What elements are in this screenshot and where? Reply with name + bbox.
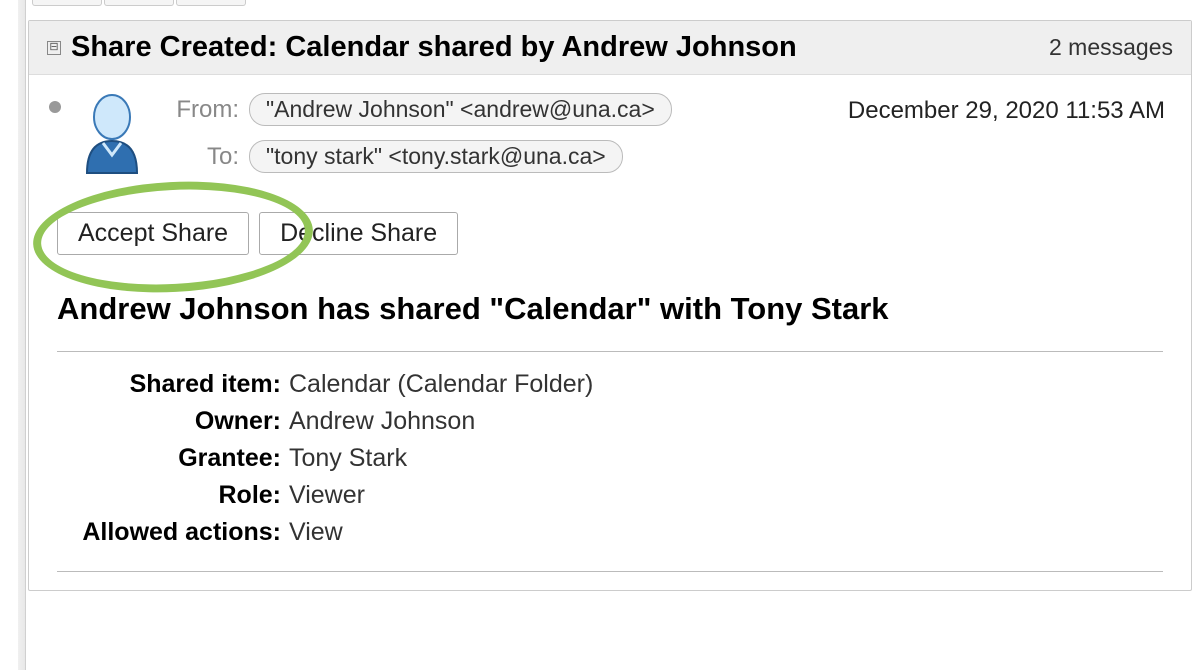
conversation-header: ⊟ Share Created: Calendar shared by Andr… [29, 21, 1191, 75]
owner-label: Owner: [49, 407, 289, 436]
grantee-value: Tony Stark [289, 444, 407, 473]
detail-allowed-actions: Allowed actions: View [49, 518, 1171, 547]
detail-role: Role: Viewer [49, 481, 1171, 510]
divider [57, 571, 1163, 572]
tab-strip-stub [32, 0, 246, 10]
message-count: 2 messages [1049, 34, 1173, 61]
message-body: From: "Andrew Johnson" <andrew@una.ca> T… [29, 75, 1191, 572]
share-actions: Accept Share Decline Share [57, 212, 1171, 255]
owner-value: Andrew Johnson [289, 407, 475, 436]
accept-share-button[interactable]: Accept Share [57, 212, 249, 255]
grantee-label: Grantee: [49, 444, 289, 473]
detail-shared-item: Shared item: Calendar (Calendar Folder) [49, 370, 1171, 399]
collapse-toggle-icon[interactable]: ⊟ [47, 41, 61, 55]
detail-owner: Owner: Andrew Johnson [49, 407, 1171, 436]
shared-item-label: Shared item: [49, 370, 289, 399]
message-header: From: "Andrew Johnson" <andrew@una.ca> T… [49, 93, 1171, 190]
unread-indicator-icon [49, 101, 61, 113]
message-panel: ⊟ Share Created: Calendar shared by Andr… [28, 20, 1192, 591]
conversation-subject: Share Created: Calendar shared by Andrew… [71, 31, 797, 64]
role-value: Viewer [289, 481, 365, 510]
detail-grantee: Grantee: Tony Stark [49, 444, 1171, 473]
from-label: From: [159, 96, 249, 124]
divider [57, 351, 1163, 352]
sender-avatar-icon [79, 93, 145, 190]
to-address[interactable]: "tony stark" <tony.stark@una.ca> [249, 140, 623, 173]
role-label: Role: [49, 481, 289, 510]
allowed-actions-value: View [289, 518, 343, 547]
message-timestamp: December 29, 2020 11:53 AM [848, 93, 1171, 125]
sidebar-edge [18, 0, 26, 670]
allowed-actions-label: Allowed actions: [49, 518, 289, 547]
decline-share-button[interactable]: Decline Share [259, 212, 458, 255]
to-label: To: [159, 143, 249, 171]
header-fields: From: "Andrew Johnson" <andrew@una.ca> T… [159, 93, 672, 187]
from-address[interactable]: "Andrew Johnson" <andrew@una.ca> [249, 93, 672, 126]
shared-item-value: Calendar (Calendar Folder) [289, 370, 593, 399]
share-heading: Andrew Johnson has shared "Calendar" wit… [57, 291, 1171, 327]
